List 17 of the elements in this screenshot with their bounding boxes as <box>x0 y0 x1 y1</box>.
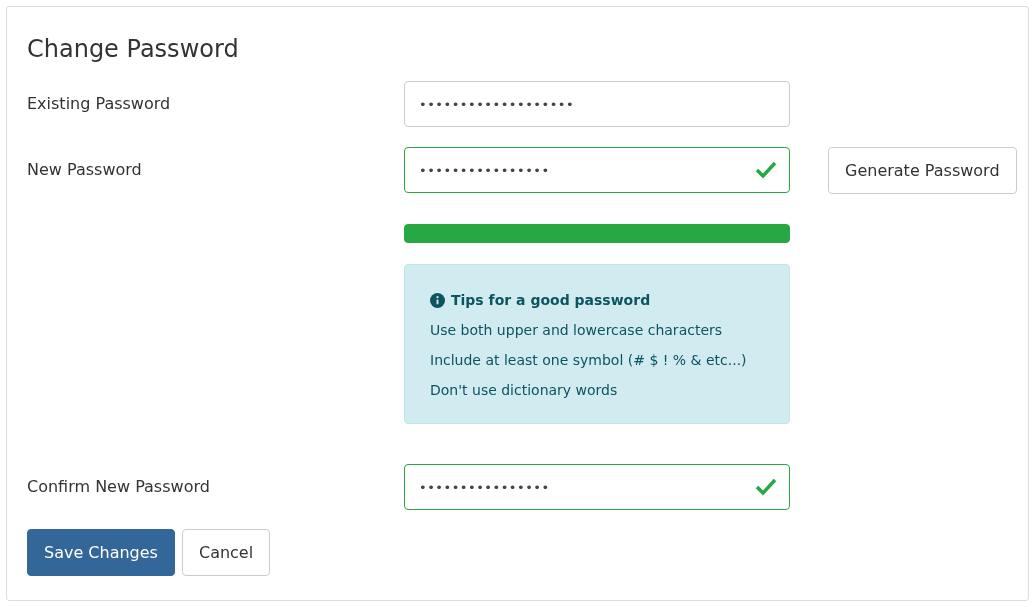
password-field[interactable]: ••••••••••••••••••• <box>404 81 790 127</box>
field-label: New Password <box>27 159 143 181</box>
cancel-button[interactable]: Cancel <box>181 529 271 576</box>
password-field[interactable]: •••••••••••••••• <box>404 464 790 510</box>
checkmark-icon <box>755 478 777 496</box>
tip-text: Use both upper and lowercase characters <box>430 321 724 340</box>
page-title: Change Password <box>27 34 240 65</box>
tip-text: Don't use dictionary words <box>430 381 619 400</box>
password-field[interactable]: •••••••••••••••• <box>404 147 790 193</box>
tip-text: Include at least one symbol (# $ ! % & etc...) <box>430 351 748 370</box>
tips-heading: Tips for a good password <box>451 291 651 310</box>
field-label: Confirm New Password <box>27 476 211 498</box>
save-button[interactable]: Save Changes <box>27 529 175 576</box>
info-icon <box>430 292 445 308</box>
field-label: Existing Password <box>27 93 172 115</box>
generate-button[interactable]: Generate Password <box>828 147 1017 194</box>
checkmark-icon <box>755 161 777 179</box>
